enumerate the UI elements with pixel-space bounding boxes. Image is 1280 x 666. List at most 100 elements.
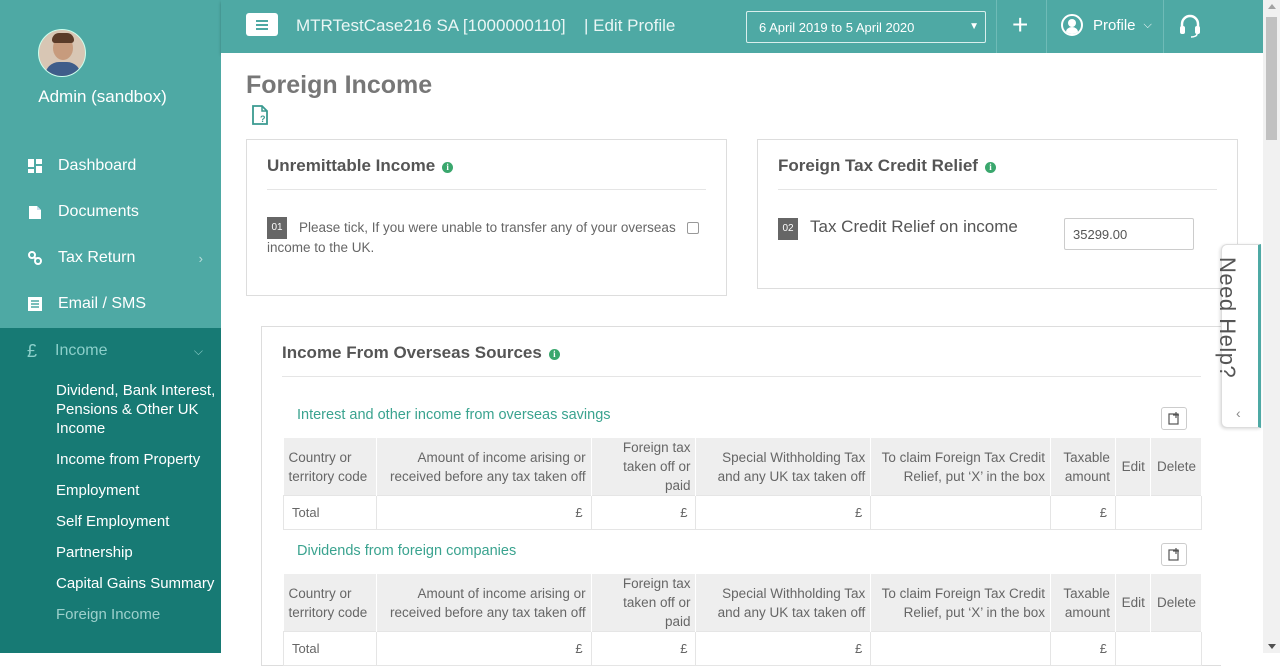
need-help-tab[interactable]: Need Help? ‹ — [1215, 244, 1261, 428]
column-header: Delete — [1150, 438, 1203, 496]
tax-credit-input[interactable]: 35299.00 — [1064, 218, 1194, 250]
user-name: Admin (sandbox) — [38, 87, 167, 106]
tax-credit-label: Tax Credit Relief on income — [810, 217, 1018, 236]
column-header: Amount of income arising or received bef… — [376, 574, 592, 632]
foreign-tax-credit-card: Foreign Tax Credit Relief i 02 Tax Credit… — [757, 139, 1238, 289]
column-header: Special Withholding Tax and any UK tax t… — [695, 574, 872, 632]
scrollbar-thumb[interactable] — [1266, 17, 1277, 140]
add-document-icon — [1168, 548, 1179, 561]
top-bar: MTRTestCase216 SA [1000000110] | Edit Pr… — [221, 0, 1263, 53]
info-icon[interactable]: i — [442, 162, 454, 173]
sidebar-item-label: Tax Return — [58, 249, 136, 266]
total-cell — [870, 631, 1051, 666]
column-header: Edit — [1115, 438, 1151, 496]
column-header: Taxable amount — [1050, 438, 1116, 496]
email-icon — [28, 297, 42, 311]
chevron-right-icon: › — [198, 250, 203, 266]
unremittable-question: Please tick, If you were unable to trans… — [267, 220, 676, 255]
svg-text:?: ? — [260, 114, 266, 124]
total-cell: £ — [1049, 631, 1116, 666]
document-help-icon[interactable]: ? — [251, 105, 269, 125]
unremittable-income-card: Unremittable Income i 01 Please tick, If … — [246, 139, 727, 296]
sidebar-item-documents[interactable]: Documents — [0, 194, 221, 230]
sidebar-item-email-sms[interactable]: Email / SMS — [0, 286, 221, 322]
section-title-overseas-savings: Interest and other income from overseas … — [297, 407, 611, 423]
sidebar-item-dashboard[interactable]: Dashboard — [0, 148, 221, 184]
add-row-button[interactable] — [1161, 407, 1187, 430]
page-title: Foreign Income — [246, 71, 433, 99]
hamburger-menu-button[interactable] — [246, 13, 278, 36]
unremittable-checkbox[interactable] — [687, 222, 699, 234]
scroll-down-icon[interactable] — [1268, 644, 1276, 649]
total-cell: £ — [590, 495, 697, 530]
chevron-down-icon: ⌵ — [1143, 18, 1152, 31]
card-title: Foreign Tax Credit Relief i — [778, 156, 996, 176]
info-icon[interactable]: i — [984, 162, 996, 173]
column-header: Foreign tax taken off or paid — [591, 574, 697, 632]
column-header: Taxable amount — [1050, 574, 1116, 632]
submenu-item-capital-gains[interactable]: Capital Gains Summary — [56, 574, 216, 593]
submenu-item-partnership[interactable]: Partnership — [56, 543, 216, 562]
total-cell — [1114, 631, 1203, 666]
chevron-down-icon: ⌵ — [193, 343, 203, 358]
pound-icon: £ — [27, 340, 38, 361]
total-cell — [870, 495, 1051, 530]
sidebar-item-label: Dashboard — [58, 157, 137, 174]
column-header: Edit — [1115, 574, 1151, 632]
card-title: Income From Overseas Sources i — [282, 343, 560, 363]
total-cell: £ — [695, 495, 872, 530]
info-icon[interactable]: i — [548, 349, 560, 360]
sidebar-item-label: Income — [55, 342, 108, 359]
dashboard-icon — [28, 159, 42, 173]
question-number: 02 — [778, 218, 798, 240]
tax-return-icon — [28, 251, 42, 265]
add-button[interactable]: + — [1012, 9, 1028, 41]
tax-period-select[interactable]: 6 April 2019 to 5 April 2020 ▼ — [746, 11, 986, 43]
table-row: Total £ £ £ £ — [283, 495, 1203, 530]
avatar[interactable] — [38, 29, 86, 77]
column-header: Foreign tax taken off or paid — [591, 438, 697, 496]
main-content: Foreign Income ? Unremittable Income i 01… — [221, 53, 1263, 666]
scrollbar[interactable] — [1263, 0, 1280, 653]
documents-icon — [29, 206, 41, 219]
total-cell: £ — [695, 631, 872, 666]
table-row: Total £ £ £ £ — [283, 631, 1203, 666]
total-cell: £ — [375, 495, 592, 530]
need-help-label: Need Help? — [1215, 257, 1240, 379]
add-row-button[interactable] — [1161, 543, 1187, 566]
dropdown-arrow-icon: ▼ — [969, 21, 979, 32]
total-cell — [1114, 495, 1203, 530]
overseas-savings-table: Country or territory code Amount of inco… — [283, 438, 1203, 530]
total-label: Total — [283, 631, 377, 666]
submenu-item-self-employment[interactable]: Self Employment — [56, 512, 216, 531]
sidebar-item-tax-return[interactable]: Tax Return › — [0, 240, 221, 276]
tax-period-value: 6 April 2019 to 5 April 2020 — [759, 20, 915, 35]
column-header: Amount of income arising or received bef… — [376, 438, 592, 496]
section-title-foreign-dividends: Dividends from foreign companies — [297, 543, 517, 559]
submenu-item-foreign-income[interactable]: Foreign Income — [56, 605, 216, 624]
total-cell: £ — [590, 631, 697, 666]
sidebar-item-income[interactable]: £ Income ⌵ — [0, 328, 221, 374]
total-cell: £ — [1049, 495, 1116, 530]
sidebar-item-label: Email / SMS — [58, 295, 147, 312]
headset-icon[interactable] — [1179, 14, 1201, 38]
column-header: Country or territory code — [283, 438, 377, 496]
profile-menu[interactable]: Profile ⌵ — [1061, 14, 1152, 36]
card-title: Unremittable Income i — [267, 156, 454, 176]
submenu-item-employment[interactable]: Employment — [56, 481, 216, 500]
edit-profile-link[interactable]: | Edit Profile — [584, 16, 675, 36]
profile-label: Profile — [1093, 16, 1136, 34]
column-header: To claim Foreign Tax Credit Relief, put … — [870, 438, 1051, 496]
user-icon — [1061, 14, 1083, 36]
overseas-income-card: Income From Overseas Sources i Interest a… — [261, 326, 1221, 666]
column-header: To claim Foreign Tax Credit Relief, put … — [870, 574, 1051, 632]
chevron-left-icon: ‹ — [1236, 405, 1241, 421]
total-cell: £ — [375, 631, 592, 666]
sidebar-item-label: Documents — [58, 203, 139, 220]
column-header: Special Withholding Tax and any UK tax t… — [695, 438, 872, 496]
submenu-item-property[interactable]: Income from Property — [56, 450, 216, 469]
add-document-icon — [1168, 412, 1179, 425]
scroll-up-icon[interactable] — [1268, 4, 1276, 9]
client-title: MTRTestCase216 SA [1000000110] — [296, 16, 566, 35]
submenu-item-dividend[interactable]: Dividend, Bank Interest, Pensions & Othe… — [56, 381, 216, 438]
